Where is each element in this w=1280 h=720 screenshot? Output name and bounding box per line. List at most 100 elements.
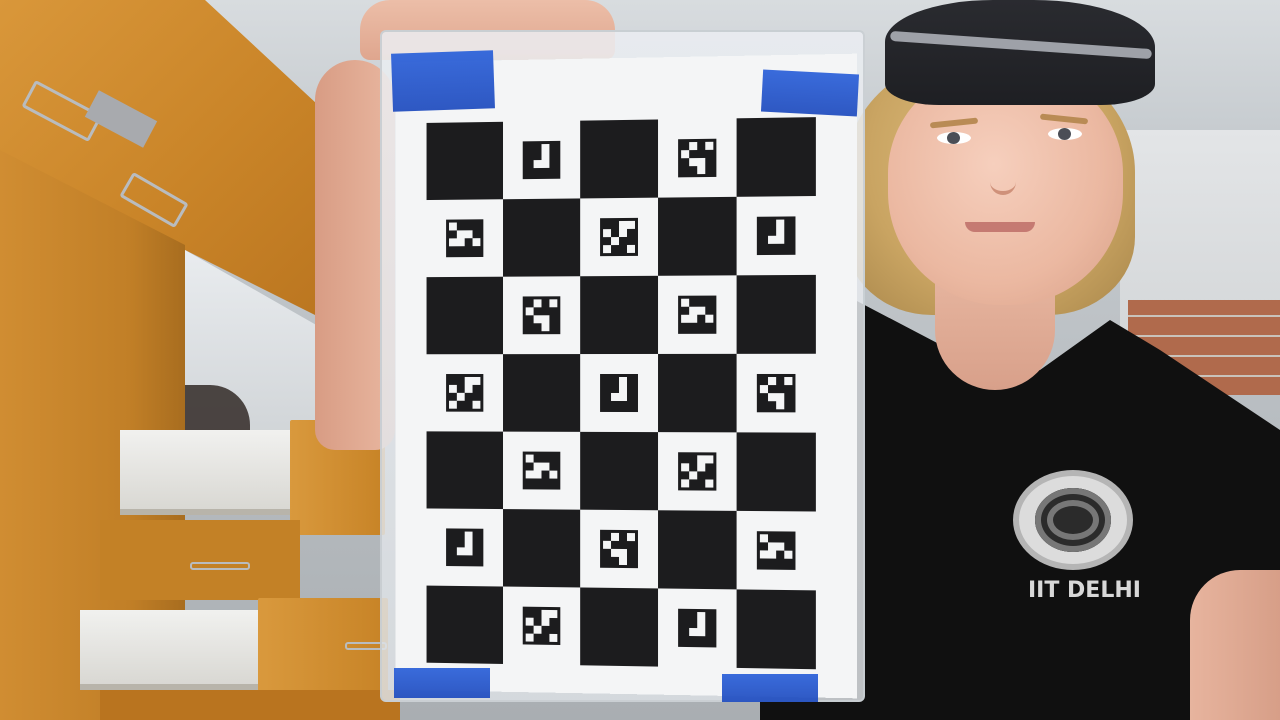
marker-bit	[465, 230, 473, 238]
marker-bit	[473, 401, 481, 409]
fiducial-marker	[678, 139, 716, 178]
marker-bit	[681, 299, 689, 307]
marker-bit	[534, 315, 542, 323]
board-square	[427, 586, 503, 664]
marker-bit	[611, 237, 619, 245]
fiducial-marker	[523, 141, 561, 179]
marker-bit	[526, 455, 534, 463]
marker-bit	[457, 547, 465, 555]
open-drawer	[80, 610, 280, 690]
fiducial-marker	[600, 530, 638, 568]
fiducial-marker	[446, 374, 483, 412]
marker-bit	[760, 534, 768, 542]
marker-bit	[542, 315, 550, 323]
marker-bit	[705, 479, 713, 487]
marker-bit	[681, 463, 689, 471]
marker-bit	[619, 229, 627, 237]
board-square	[580, 432, 658, 510]
marker-bit	[611, 549, 619, 557]
marker-bit	[697, 620, 705, 628]
marker-bit	[534, 463, 542, 471]
eye	[1048, 128, 1082, 140]
marker-bit	[473, 238, 481, 246]
marker-bit	[776, 401, 784, 409]
marker-bit	[526, 470, 534, 478]
board-square	[427, 431, 503, 509]
drawer-handle	[190, 562, 250, 570]
board-square	[658, 510, 737, 589]
fiducial-marker	[757, 216, 796, 255]
webcam-scene: IIT DELHI	[0, 0, 1280, 720]
board-square	[580, 587, 658, 666]
marker-bit	[534, 299, 542, 307]
marker-bit	[534, 160, 542, 168]
board-square	[503, 198, 580, 276]
marker-bit	[542, 160, 550, 168]
marker-bit	[465, 532, 473, 540]
cabinet-base	[100, 690, 400, 720]
fiducial-marker	[678, 609, 716, 648]
board-square	[427, 122, 503, 200]
calibration-board	[395, 54, 856, 699]
cabinet-panel	[100, 520, 300, 600]
board-square	[737, 432, 816, 511]
fiducial-marker	[446, 219, 483, 257]
marker-bit	[689, 628, 697, 636]
marker-bit	[619, 385, 627, 393]
marker-bit	[784, 377, 792, 385]
board-square	[737, 117, 816, 197]
marker-bit	[705, 142, 713, 150]
marker-bit	[689, 471, 697, 479]
marker-bit	[457, 393, 465, 401]
fiducial-marker	[600, 374, 638, 412]
nose	[990, 150, 1016, 195]
marker-bit	[549, 634, 557, 642]
marker-bit	[619, 549, 627, 557]
marker-bit	[697, 158, 705, 166]
marker-bit	[776, 228, 784, 236]
marker-bit	[542, 618, 550, 626]
marker-bit	[760, 550, 768, 558]
marker-bit	[611, 533, 619, 541]
marker-bit	[549, 610, 557, 618]
marker-bit	[603, 229, 611, 237]
tape-strip	[391, 50, 495, 112]
marker-bit	[534, 626, 542, 634]
marker-bit	[689, 315, 697, 323]
marker-bit	[760, 385, 768, 393]
fiducial-marker	[523, 296, 561, 334]
board-square	[503, 354, 580, 432]
marker-bit	[534, 471, 542, 479]
marker-bit	[776, 393, 784, 401]
eye	[937, 132, 971, 144]
marker-bit	[542, 152, 550, 160]
board-square	[503, 509, 580, 587]
marker-bit	[526, 307, 534, 315]
marker-bit	[697, 166, 705, 174]
marker-bit	[768, 377, 776, 385]
board-square	[658, 354, 737, 433]
marker-bit	[542, 610, 550, 618]
marker-bit	[449, 401, 457, 409]
marker-bit	[697, 455, 705, 463]
marker-bit	[603, 245, 611, 253]
board-square	[427, 277, 503, 355]
marker-bit	[697, 628, 705, 636]
marker-bit	[689, 307, 697, 315]
marker-bit	[457, 230, 465, 238]
marker-bit	[697, 463, 705, 471]
marker-bit	[697, 612, 705, 620]
shirt-logo-text: IIT DELHI	[1028, 578, 1138, 603]
board-square	[737, 589, 816, 669]
marker-bit	[768, 550, 776, 558]
marker-bit	[619, 557, 627, 565]
marker-bit	[689, 142, 697, 150]
marker-bit	[619, 377, 627, 385]
marker-bit	[705, 455, 713, 463]
marker-bit	[776, 220, 784, 228]
marker-bit	[542, 144, 550, 152]
mouth	[965, 222, 1035, 232]
marker-bit	[627, 245, 635, 253]
marker-bit	[449, 222, 457, 230]
fiducial-marker	[523, 452, 561, 490]
